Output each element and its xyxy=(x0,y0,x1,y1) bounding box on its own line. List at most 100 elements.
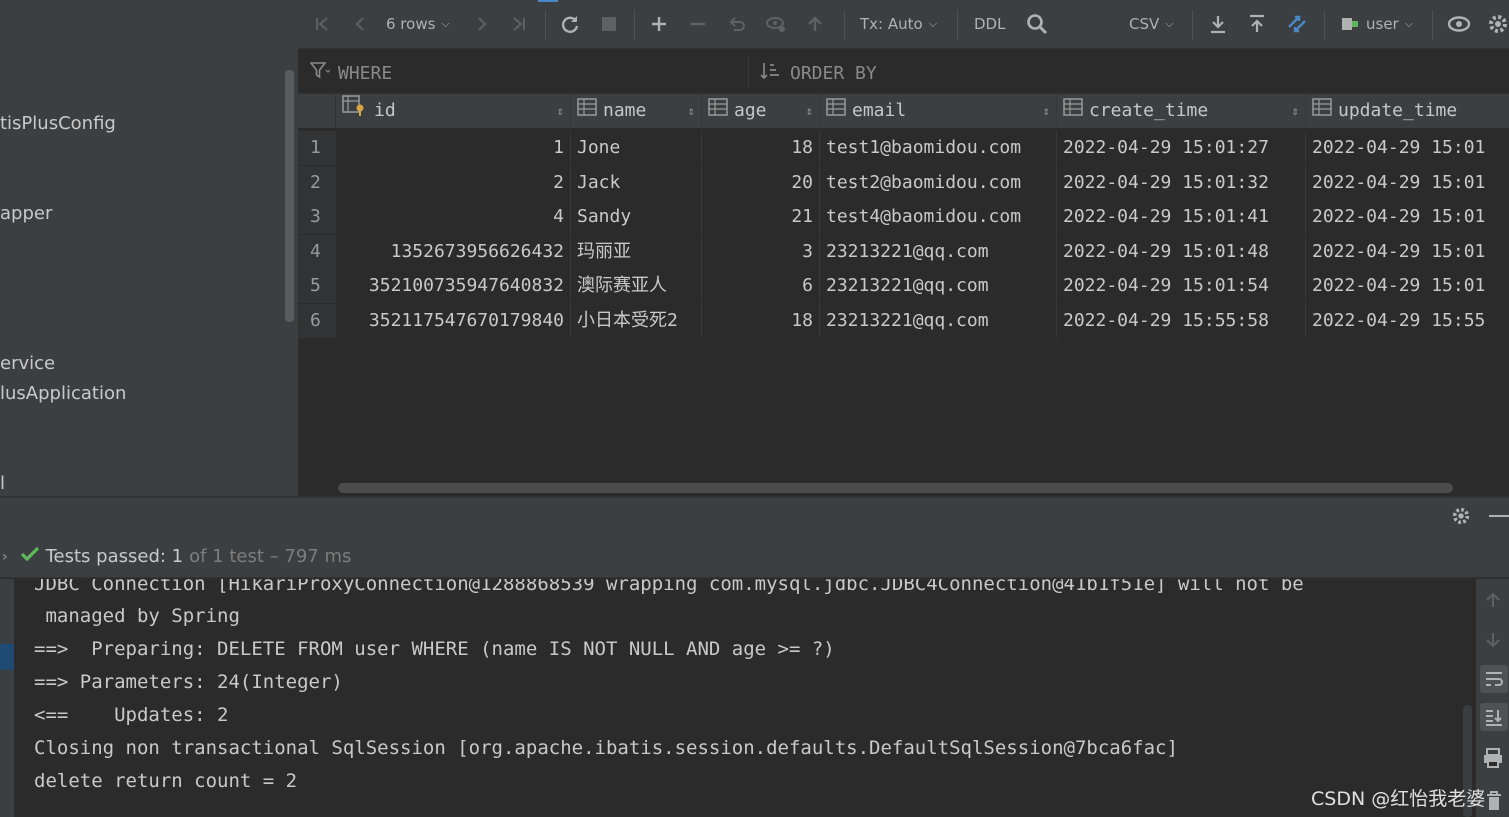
table-row[interactable]: 3 4 Sandy 21 test4@baomidou.com 2022-04-… xyxy=(298,200,1509,234)
cell-age[interactable]: 18 xyxy=(702,304,820,338)
where-filter-field[interactable]: WHERE xyxy=(309,62,392,85)
cell-update-time[interactable]: 2022-04-29 15:01 xyxy=(1306,166,1509,200)
first-page-icon[interactable] xyxy=(312,10,332,38)
cell-email[interactable]: test2@baomidou.com xyxy=(820,166,1057,200)
page-size-dropdown[interactable]: 6 rows ⌵ xyxy=(386,10,450,38)
print-icon[interactable] xyxy=(1482,747,1504,773)
tree-item-partial[interactable]: l xyxy=(0,473,5,494)
transaction-mode-dropdown[interactable]: Tx: Auto ⌵ xyxy=(860,10,937,38)
expand-chevron-icon[interactable]: › xyxy=(2,549,8,565)
column-header-label: create_time xyxy=(1089,100,1209,121)
cell-id[interactable]: 1352673956626432 xyxy=(336,235,571,269)
cell-email[interactable]: test4@baomidou.com xyxy=(820,200,1057,234)
column-header-age[interactable]: age ⇕ xyxy=(702,94,820,128)
add-row-icon[interactable] xyxy=(648,10,670,38)
upload-icon[interactable] xyxy=(1245,10,1269,38)
cell-name[interactable]: 澳际赛亚人 xyxy=(571,269,702,303)
console-output[interactable]: JDBC Connection [HikariProxyConnection@1… xyxy=(0,579,1509,817)
gear-icon[interactable] xyxy=(1486,10,1509,38)
tree-item-application[interactable]: lusApplication xyxy=(0,383,126,404)
data-toolbar: 6 rows ⌵ Tx: Auto ⌵ DDL CSV ⌵ user ⌵ xyxy=(298,0,1509,49)
submit-icon[interactable] xyxy=(804,10,826,38)
stop-icon[interactable] xyxy=(598,10,620,38)
arrow-up-icon[interactable] xyxy=(1484,591,1502,613)
cell-name[interactable]: Jone xyxy=(571,131,702,165)
cell-id[interactable]: 4 xyxy=(336,200,571,234)
cell-id[interactable]: 1 xyxy=(336,131,571,165)
ddl-button[interactable]: DDL xyxy=(974,10,1005,38)
cell-id[interactable]: 352100735947640832 xyxy=(336,269,571,303)
cell-age[interactable]: 6 xyxy=(702,269,820,303)
cell-name[interactable]: Sandy xyxy=(571,200,702,234)
table-row[interactable]: 4 1352673956626432 玛丽亚 3 23213221@qq.com… xyxy=(298,235,1509,269)
soft-wrap-icon[interactable] xyxy=(1480,665,1508,693)
trash-icon[interactable] xyxy=(1486,791,1502,815)
session-dropdown[interactable]: user ⌵ xyxy=(1340,10,1413,38)
cell-email[interactable]: 23213221@qq.com xyxy=(820,235,1057,269)
scroll-to-end-icon[interactable] xyxy=(1480,703,1508,731)
cell-update-time[interactable]: 2022-04-29 15:01 xyxy=(1306,235,1509,269)
sort-arrows-icon[interactable]: ⇕ xyxy=(688,94,695,128)
compare-icon[interactable] xyxy=(1284,10,1310,38)
tree-item-config[interactable]: tisPlusConfig xyxy=(0,113,116,134)
sort-arrows-icon[interactable]: ⇕ xyxy=(557,94,564,128)
cell-update-time[interactable]: 2022-04-29 15:55 xyxy=(1306,304,1509,338)
cell-create-time[interactable]: 2022-04-29 15:55:58 xyxy=(1057,304,1306,338)
cell-create-time[interactable]: 2022-04-29 15:01:27 xyxy=(1057,131,1306,165)
table-row[interactable]: 6 352117547670179840 小日本受死2 18 23213221@… xyxy=(298,304,1509,338)
order-by-field[interactable]: ORDER BY xyxy=(760,62,877,85)
cell-update-time[interactable]: 2022-04-29 15:01 xyxy=(1306,200,1509,234)
arrow-down-icon[interactable] xyxy=(1484,631,1502,653)
column-header-create-time[interactable]: create_time ⇕ xyxy=(1057,94,1306,128)
view-icon[interactable] xyxy=(1446,10,1472,38)
cell-email[interactable]: test1@baomidou.com xyxy=(820,131,1057,165)
tree-item-service[interactable]: ervice xyxy=(0,353,55,374)
cell-email[interactable]: 23213221@qq.com xyxy=(820,269,1057,303)
preview-pending-icon[interactable] xyxy=(764,10,788,38)
gear-icon[interactable] xyxy=(1451,506,1471,530)
table-row[interactable]: 2 2 Jack 20 test2@baomidou.com 2022-04-2… xyxy=(298,166,1509,200)
previous-page-icon[interactable] xyxy=(350,10,370,38)
search-icon[interactable] xyxy=(1025,10,1049,38)
cell-age[interactable]: 21 xyxy=(702,200,820,234)
column-header-name[interactable]: name ⇕ xyxy=(571,94,702,128)
download-icon[interactable] xyxy=(1206,10,1230,38)
delete-row-icon[interactable] xyxy=(687,10,709,38)
cell-id[interactable]: 352117547670179840 xyxy=(336,304,571,338)
cell-create-time[interactable]: 2022-04-29 15:01:41 xyxy=(1057,200,1306,234)
column-header-id[interactable]: id ⇕ xyxy=(336,94,571,128)
cell-email[interactable]: 23213221@qq.com xyxy=(820,304,1057,338)
session-label: user xyxy=(1366,15,1399,33)
chevron-down-icon: ⌵ xyxy=(928,17,938,30)
cell-create-time[interactable]: 2022-04-29 15:01:48 xyxy=(1057,235,1306,269)
cell-create-time[interactable]: 2022-04-29 15:01:32 xyxy=(1057,166,1306,200)
sort-arrows-icon[interactable]: ⇕ xyxy=(1043,94,1050,128)
project-tree-scrollbar[interactable] xyxy=(285,70,294,322)
cell-age[interactable]: 3 xyxy=(702,235,820,269)
console-gutter xyxy=(0,579,14,817)
column-header-update-time[interactable]: update_time xyxy=(1306,94,1509,128)
minimize-icon[interactable] xyxy=(1489,515,1509,517)
cell-update-time[interactable]: 2022-04-29 15:01 xyxy=(1306,131,1509,165)
column-header-email[interactable]: email ⇕ xyxy=(820,94,1057,128)
refresh-icon[interactable] xyxy=(558,10,582,38)
cell-name[interactable]: 小日本受死2 xyxy=(571,304,702,338)
cell-update-time[interactable]: 2022-04-29 15:01 xyxy=(1306,269,1509,303)
table-row[interactable]: 1 1 Jone 18 test1@baomidou.com 2022-04-2… xyxy=(298,131,1509,165)
sort-arrows-icon[interactable]: ⇕ xyxy=(1292,94,1299,128)
export-format-dropdown[interactable]: CSV ⌵ xyxy=(1129,10,1174,38)
cell-age[interactable]: 20 xyxy=(702,166,820,200)
cell-id[interactable]: 2 xyxy=(336,166,571,200)
cell-name[interactable]: Jack xyxy=(571,166,702,200)
next-page-icon[interactable] xyxy=(472,10,492,38)
table-row[interactable]: 5 352100735947640832 澳际赛亚人 6 23213221@qq… xyxy=(298,269,1509,303)
table-horizontal-scrollbar[interactable] xyxy=(338,483,1453,493)
column-icon xyxy=(1312,94,1332,128)
cell-name[interactable]: 玛丽亚 xyxy=(571,235,702,269)
sort-arrows-icon[interactable]: ⇕ xyxy=(806,94,813,128)
cell-age[interactable]: 18 xyxy=(702,131,820,165)
revert-icon[interactable] xyxy=(726,10,748,38)
tree-item-mapper[interactable]: apper xyxy=(0,203,52,224)
last-page-icon[interactable] xyxy=(509,10,529,38)
cell-create-time[interactable]: 2022-04-29 15:01:54 xyxy=(1057,269,1306,303)
